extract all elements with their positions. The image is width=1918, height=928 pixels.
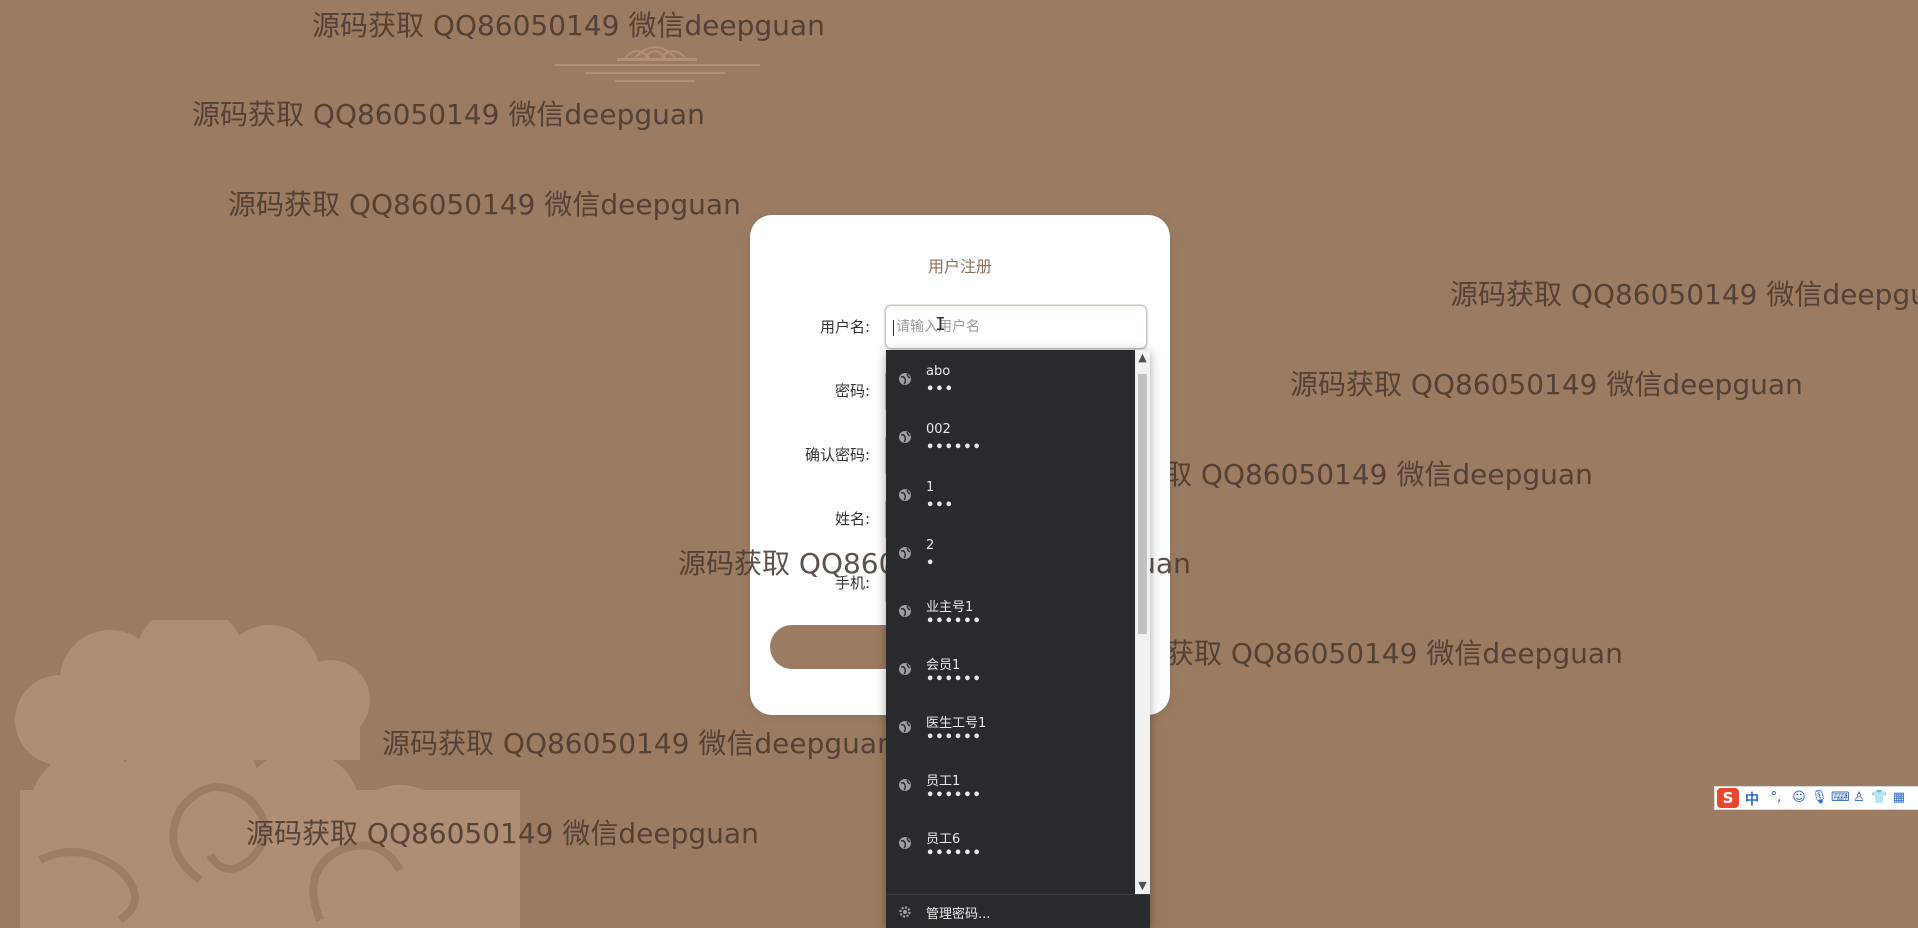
autofill-username: 002 xyxy=(926,422,951,437)
globe-icon xyxy=(899,837,911,849)
text-cursor-icon: I xyxy=(935,314,946,335)
punctuation-toggle[interactable]: °, xyxy=(1765,790,1787,806)
top-ornament-decoration xyxy=(555,46,760,82)
gear-icon xyxy=(899,906,911,918)
password-autofill-dropdown: abo ••• 002 •••••• 1 ••• 2 • 业主号1 ••••••… xyxy=(886,350,1150,928)
cloud-decoration xyxy=(15,620,520,928)
autofill-password: • xyxy=(926,556,936,571)
ime-language-toggle[interactable]: 中 xyxy=(1745,789,1759,809)
toolbox-icon[interactable]: ▦ xyxy=(1891,790,1907,806)
autofill-password: •••••• xyxy=(926,730,982,745)
register-title: 用户注册 xyxy=(927,257,992,276)
username-input[interactable] xyxy=(885,305,1147,349)
phone-label: 手机: xyxy=(834,574,870,592)
autofill-password: •••••• xyxy=(926,788,982,803)
user-icon[interactable]: ♙ xyxy=(1851,790,1867,806)
autofill-username: 员工1 xyxy=(926,774,961,789)
globe-icon xyxy=(899,663,911,675)
autofill-username: abo xyxy=(926,364,951,379)
autofill-scrollbar[interactable]: ▲ ▼ xyxy=(1135,350,1150,894)
autofill-item[interactable]: 业主号1 •••••• xyxy=(886,582,1134,640)
autofill-item[interactable]: 1 ••• xyxy=(886,466,1134,524)
autofill-password: •••••• xyxy=(926,846,982,861)
autofill-password: ••• xyxy=(926,382,954,397)
skin-icon[interactable]: 👕 xyxy=(1871,790,1887,806)
scroll-up-icon[interactable]: ▲ xyxy=(1135,350,1150,366)
autofill-item[interactable]: abo ••• xyxy=(886,350,1134,408)
watermark-text: 源码获取 QQ86050149 微信deepguan xyxy=(1110,637,1623,670)
scrollbar-thumb[interactable] xyxy=(1138,374,1147,634)
autofill-password: •••••• xyxy=(926,672,982,687)
autofill-item[interactable]: 会员1 •••••• xyxy=(886,640,1134,698)
watermark-text: 源码获取 QQ86050149 微信deepguan xyxy=(228,188,741,221)
manage-passwords-item[interactable]: 管理密码... xyxy=(886,894,1150,928)
watermark-text: 源码获取 QQ86050149 微信deepguan xyxy=(192,98,705,131)
globe-icon xyxy=(899,373,911,385)
emoji-icon[interactable]: ☺ xyxy=(1791,790,1807,806)
autofill-item[interactable]: 员工1 •••••• xyxy=(886,756,1134,814)
autofill-username: 会员1 xyxy=(926,658,961,673)
password-label: 密码: xyxy=(834,382,870,400)
ime-toolbar: S 中 °, ☺ 🎙 ⌨ ♙ 👕 ▦ xyxy=(1714,786,1918,810)
autofill-password: •••••• xyxy=(926,614,982,629)
watermark-text: 源码获取 QQ86050149 微信deepguan xyxy=(1290,368,1803,401)
username-label: 用户名: xyxy=(819,318,870,336)
autofill-password: •••••• xyxy=(926,440,982,455)
globe-icon xyxy=(899,721,911,733)
name-label: 姓名: xyxy=(834,510,870,528)
autofill-item[interactable]: 医生工号1 •••••• xyxy=(886,698,1134,756)
autofill-username: 2 xyxy=(926,538,935,553)
autofill-item[interactable]: 2 • xyxy=(886,524,1134,582)
globe-icon xyxy=(899,547,911,559)
autofill-item[interactable]: 002 •••••• xyxy=(886,408,1134,466)
globe-icon xyxy=(899,605,911,617)
autofill-username: 1 xyxy=(926,480,935,495)
mic-icon[interactable]: 🎙 xyxy=(1811,790,1828,806)
autofill-username: 员工6 xyxy=(926,832,961,847)
scroll-down-icon[interactable]: ▼ xyxy=(1135,878,1150,894)
globe-icon xyxy=(899,431,911,443)
confirm-password-label: 确认密码: xyxy=(804,446,870,464)
keyboard-icon[interactable]: ⌨ xyxy=(1831,790,1850,806)
watermark-text: 源码获取 QQ86050149 微信deepguan xyxy=(1450,278,1918,311)
autofill-password: ••• xyxy=(926,498,954,513)
autofill-item[interactable]: 员工6 •••••• xyxy=(886,814,1134,872)
manage-passwords-label: 管理密码... xyxy=(926,907,991,922)
text-caret xyxy=(893,320,894,336)
autofill-list: abo ••• 002 •••••• 1 ••• 2 • 业主号1 ••••••… xyxy=(886,350,1134,892)
autofill-username: 医生工号1 xyxy=(926,716,987,731)
globe-icon xyxy=(899,779,911,791)
autofill-username: 业主号1 xyxy=(926,600,974,615)
globe-icon xyxy=(899,489,911,501)
sogou-logo-icon[interactable]: S xyxy=(1717,788,1739,808)
